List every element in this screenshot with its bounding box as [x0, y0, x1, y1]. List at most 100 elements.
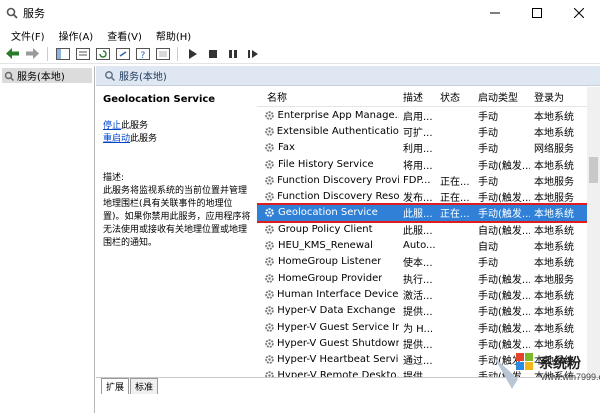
properties-icon[interactable] [74, 46, 91, 62]
refresh-icon[interactable] [94, 46, 111, 62]
gear-icon [265, 176, 274, 185]
column-header-status[interactable]: 状态 [436, 89, 474, 104]
stop-action: 停止此服务 [103, 120, 256, 133]
column-header-logon-as[interactable]: 登录为 [530, 89, 587, 104]
table-row[interactable]: Function Discovery Provi... FDP... 正在... 手动… [257, 172, 587, 188]
service-description: 发布... [403, 193, 433, 205]
service-description: 将用... [403, 160, 433, 172]
column-header-description[interactable]: 描述 [399, 89, 436, 104]
service-status: 正在... [440, 193, 470, 205]
table-row[interactable]: Hyper-V Data Exchange ... 提供... 手动(触发... 本地… [257, 303, 587, 319]
gear-icon [265, 338, 274, 348]
service-startup-type: 手动(触发... [478, 193, 530, 205]
row-name-cell: HomeGroup Listener [257, 256, 399, 267]
row-name-cell: HomeGroup Provider [257, 273, 399, 284]
menu-help[interactable]: 帮助(H) [149, 28, 198, 43]
row-name-cell: Extensible Authentication... [257, 126, 399, 137]
tab-extended[interactable]: 扩展 [101, 378, 130, 394]
service-name: Function Discovery Provi... [277, 174, 399, 186]
table-row[interactable]: Group Policy Client 此服... 自动(触发... 本地系统 [257, 221, 587, 237]
service-startup-type: 手动 [478, 176, 498, 188]
table-row[interactable]: HomeGroup Provider 执行... 手动(触发... 本地服务 [257, 270, 587, 286]
service-startup-type: 手动(触发... [478, 274, 530, 286]
panel-title: 服务(本地) [119, 72, 167, 83]
row-name-cell: Function Discovery Reso... [257, 191, 399, 202]
description-label: 描述: [103, 173, 125, 183]
table-row[interactable]: Fax 利用... 手动 网络服务 [257, 140, 587, 156]
service-name: File History Service [278, 158, 374, 170]
service-logon-as: 网络服务 [534, 144, 574, 156]
stop-icon[interactable] [204, 46, 221, 62]
table-row[interactable]: Geolocation Service 此服... 正在... 手动(触发... 本地系… [257, 202, 587, 224]
service-startup-type: 自动(触发... [478, 225, 530, 237]
row-name-cell: Hyper-V Guest Service In... [257, 322, 399, 333]
gear-icon [6, 7, 18, 19]
minimize-button[interactable] [474, 0, 516, 26]
help-icon[interactable]: ? [134, 46, 151, 62]
service-startup-type: 手动 [478, 144, 498, 156]
service-logon-as: 本地服务 [534, 274, 574, 286]
description-text: 此服务将监视系统的当前位置并管理地理围栏(具有关联事件的地理位置)。如果你禁用此… [103, 186, 251, 248]
watermark-url: www.win7999.com [541, 372, 600, 382]
vertical-scrollbar[interactable] [587, 87, 600, 377]
service-name: Extensible Authentication... [276, 125, 399, 137]
stop-link[interactable]: 停止 [103, 121, 121, 131]
service-name: Hyper-V Guest Shutdown... [276, 337, 399, 349]
forward-icon[interactable] [24, 46, 41, 62]
service-name: Group Policy Client [278, 223, 373, 235]
service-description: 启用... [403, 111, 433, 123]
menu-view[interactable]: 查看(V) [100, 28, 149, 43]
service-name: Hyper-V Remote Deskto... [277, 370, 399, 377]
list-header: 名称 描述 状态 启动类型 登录为 [257, 87, 587, 107]
svg-text:?: ? [140, 51, 145, 60]
table-row[interactable]: File History Service 将用... 手动(触发... 本地系统 [257, 156, 587, 172]
gear-icon [265, 241, 274, 250]
gear-icon [265, 322, 274, 332]
console-tree-icon[interactable] [54, 46, 71, 62]
menu-file[interactable]: 文件(F) [4, 28, 52, 43]
restart-icon[interactable] [244, 46, 261, 62]
table-row[interactable]: Human Interface Device ... 激活... 手动(触发... 本… [257, 286, 587, 302]
service-description: 提供... [403, 339, 433, 351]
gear-icon [265, 159, 274, 169]
toolbar-separator [47, 46, 48, 61]
tab-standard[interactable]: 标准 [130, 378, 159, 394]
service-name: Geolocation Service [278, 207, 378, 219]
table-row[interactable]: Function Discovery Reso... 发布... 正在... 手动(触… [257, 188, 587, 204]
menu-action[interactable]: 操作(A) [52, 28, 101, 43]
watermark-logo [494, 353, 533, 389]
table-row[interactable]: Extensible Authentication... 可扩... 手动 本地系统 [257, 123, 587, 139]
back-icon[interactable] [4, 46, 21, 62]
gear-icon [265, 192, 274, 201]
tree-item-services-local[interactable]: 服务(本地) [2, 68, 92, 83]
row-name-cell: HEU_KMS_Renewal [257, 240, 399, 251]
table-row[interactable]: Enterprise App Manage... 启用... 手动 本地系统 [257, 107, 587, 123]
service-name: HomeGroup Provider [278, 272, 383, 284]
service-description: 为 H... [403, 323, 434, 335]
services-list: 名称 描述 状态 启动类型 登录为 Enterprise App Manage.… [257, 87, 587, 377]
pause-icon[interactable] [224, 46, 241, 62]
service-description: 利用... [403, 144, 433, 156]
gear-icon [265, 273, 274, 283]
table-row[interactable]: Hyper-V Guest Service In... 为 H... 手动(触发..… [257, 319, 587, 335]
service-name: Human Interface Device ... [277, 288, 399, 300]
restart-suffix: 此服务 [130, 134, 158, 144]
maximize-button[interactable] [516, 0, 558, 26]
column-header-name[interactable]: 名称 [257, 89, 399, 104]
close-button[interactable] [558, 0, 600, 26]
service-startup-type: 手动(触发... [478, 209, 530, 221]
table-row[interactable]: HomeGroup Listener 使本... 手动 本地系统 [257, 254, 587, 270]
column-header-startup-type[interactable]: 启动类型 [474, 89, 530, 104]
start-icon[interactable] [184, 46, 201, 62]
restart-link[interactable]: 重启动 [103, 134, 130, 144]
service-name: HEU_KMS_Renewal [278, 240, 373, 252]
restart-action: 重启动此服务 [103, 133, 256, 146]
properties2-icon[interactable] [154, 46, 171, 62]
service-description: 使本... [403, 258, 433, 270]
watermark: 系统粉 www.win7999.com [490, 343, 600, 413]
service-startup-type: 自动 [478, 242, 498, 254]
scrollbar-thumb[interactable] [589, 157, 598, 183]
service-logon-as: 本地系统 [534, 160, 574, 172]
export-icon[interactable] [114, 46, 131, 62]
table-row[interactable]: HEU_KMS_Renewal Auto... 自动 本地系统 [257, 237, 587, 253]
